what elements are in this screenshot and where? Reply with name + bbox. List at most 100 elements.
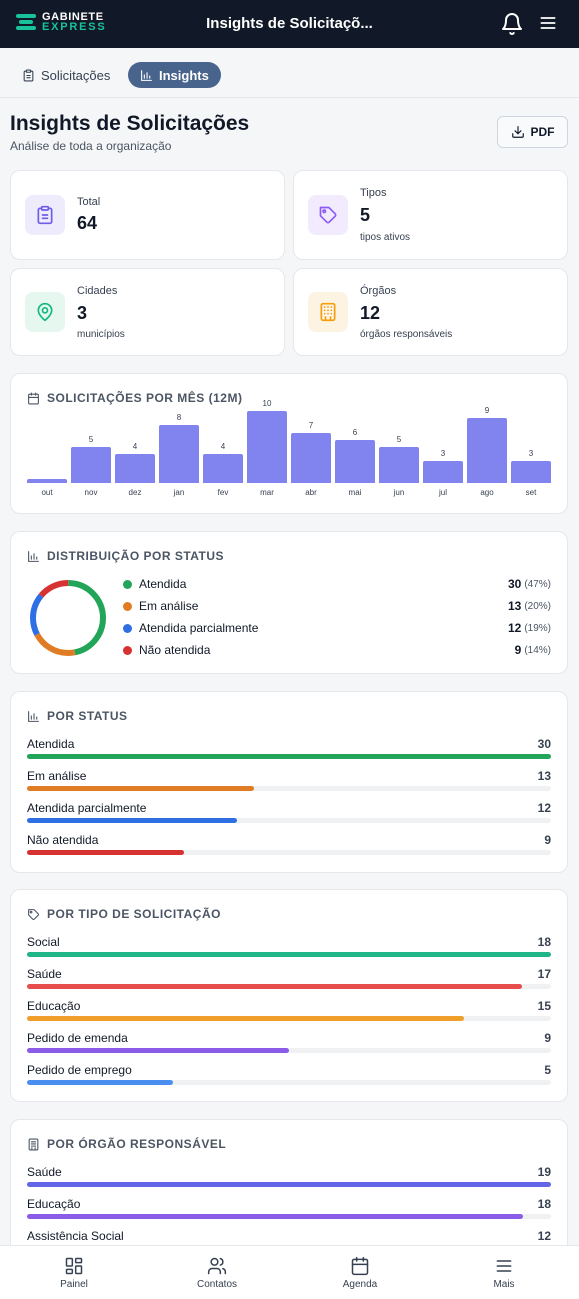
chart-bar: [115, 454, 155, 483]
bar-value-label: 8: [176, 413, 182, 422]
progress-track: [27, 1048, 551, 1053]
progress-row: Educação 18: [27, 1197, 551, 1225]
progress-value: 13: [537, 769, 551, 783]
bar-column: 4: [115, 400, 155, 483]
chart-bar: [71, 447, 111, 483]
chart-bar: [467, 418, 507, 483]
progress-fill: [27, 754, 551, 759]
bar-category-label: jul: [438, 488, 447, 497]
legend-percent: (20%): [524, 600, 551, 612]
tab-solicitacoes[interactable]: Solicitações: [10, 62, 122, 88]
grid-icon: [65, 1257, 83, 1275]
progress-value: 5: [544, 1063, 551, 1077]
tab-label: Solicitações: [41, 67, 111, 83]
bar-column: 9: [467, 400, 507, 483]
bar-category-label: out: [41, 488, 53, 497]
legend-item: Atendida 30 (47%): [123, 576, 551, 592]
bottom-nav: Painel Contatos Agenda Mais: [0, 1245, 579, 1299]
progress-value: 18: [537, 1197, 551, 1211]
stat-label: Tipos: [360, 187, 387, 199]
legend-dot: [123, 601, 132, 611]
tag-icon: [308, 195, 348, 235]
bar-chart-icon: [28, 710, 39, 722]
nav-painel[interactable]: Painel: [34, 1256, 114, 1290]
chart-bar: [203, 454, 243, 483]
nav-label: Agenda: [342, 1279, 378, 1290]
bar-column: 3: [511, 400, 551, 483]
monthly-chart-card: SOLICITAÇÕES POR MÊS (12M) out 5 nov 4 dez 8 j…: [10, 373, 568, 514]
stat-sub: órgãos responsáveis: [360, 329, 453, 340]
chart-bar: [423, 461, 463, 483]
tab-insights[interactable]: Insights: [128, 62, 221, 88]
progress-value: 17: [537, 967, 551, 981]
progress-row: Atendida 30: [27, 737, 551, 765]
section-header: POR STATUS: [27, 709, 128, 723]
section-title: DISTRIBUIÇÃO POR STATUS: [47, 549, 225, 563]
section-title: POR STATUS: [47, 709, 128, 723]
bar-category-label: jan: [173, 488, 185, 497]
stat-label: Órgãos: [360, 285, 397, 297]
menu-icon: [496, 1260, 512, 1272]
progress-label: Social: [27, 935, 60, 949]
progress-label: Educação: [27, 999, 81, 1013]
nav-contatos[interactable]: Contatos: [177, 1256, 257, 1290]
legend-percent: (47%): [524, 578, 551, 590]
bell-icon[interactable]: [500, 12, 524, 36]
progress-fill: [27, 818, 237, 823]
stat-sub: tipos ativos: [360, 232, 411, 243]
legend-dot: [123, 623, 132, 633]
progress-row: Saúde 19: [27, 1165, 551, 1193]
legend-dot: [123, 579, 132, 589]
top-bar: GABINETE EXPRESS Insights de Solicitaçõ.…: [0, 0, 579, 48]
legend-percent: (19%): [524, 622, 551, 634]
progress-fill: [27, 786, 255, 791]
legend-dot: [123, 645, 132, 655]
by-type-card: POR TIPO DE SOLICITAÇÃO Social 18 Saúde 17 E…: [10, 889, 568, 1102]
bar-category-label: nov: [84, 488, 98, 497]
progress-value: 12: [537, 801, 551, 815]
bar-column: 4: [203, 400, 243, 483]
nav-agenda[interactable]: Agenda: [320, 1256, 400, 1290]
stat-card-cidades: Cidades 3 municípios: [10, 268, 285, 356]
bar-category-label: dez: [128, 488, 142, 497]
chart-bar: [379, 447, 419, 483]
progress-track: [27, 984, 551, 989]
bar-category-label: set: [525, 488, 537, 497]
legend-value: 30: [507, 577, 522, 591]
progress-label: Saúde: [27, 967, 62, 981]
stat-label: Total: [77, 196, 101, 208]
progress-label: Educação: [27, 1197, 81, 1211]
bar-column: 5: [71, 400, 111, 483]
legend-item: Não atendida 9 (14%): [123, 642, 551, 658]
bar-column: 6: [335, 400, 375, 483]
stat-sub: municípios: [77, 329, 125, 340]
download-icon: [511, 126, 524, 138]
pdf-export-button[interactable]: PDF: [497, 116, 568, 148]
progress-fill: [27, 1016, 464, 1021]
by-status-card: POR STATUS Atendida 30 Em análise 13 Atendid…: [10, 691, 568, 873]
legend-value: 13: [507, 599, 522, 613]
progress-track: [27, 818, 551, 823]
bar-category-label: ago: [480, 488, 494, 497]
progress-row: Pedido de emenda 9: [27, 1031, 551, 1059]
nav-label: Contatos: [196, 1279, 238, 1290]
map-pin-icon: [25, 292, 65, 332]
progress-label: Atendida: [27, 737, 75, 751]
hamburger-icon[interactable]: [538, 13, 558, 33]
stat-value: 5: [360, 205, 371, 225]
progress-value: 12: [537, 1229, 551, 1243]
bar-value-label: 9: [484, 406, 490, 415]
progress-label: Em análise: [27, 769, 87, 783]
stat-label: Cidades: [77, 285, 118, 297]
chart-bar: [335, 440, 375, 483]
chart-bar: [27, 479, 67, 483]
nav-mais[interactable]: Mais: [464, 1256, 544, 1290]
tag-icon: [28, 908, 39, 920]
chart-bar: [291, 433, 331, 483]
progress-label: Pedido de emprego: [27, 1063, 132, 1077]
progress-label: Saúde: [27, 1165, 62, 1179]
legend-percent: (14%): [524, 644, 551, 656]
progress-fill: [27, 1182, 551, 1187]
stat-card-orgaos: Órgãos 12 órgãos responsáveis: [293, 268, 568, 356]
legend-name: Em análise: [139, 599, 199, 613]
